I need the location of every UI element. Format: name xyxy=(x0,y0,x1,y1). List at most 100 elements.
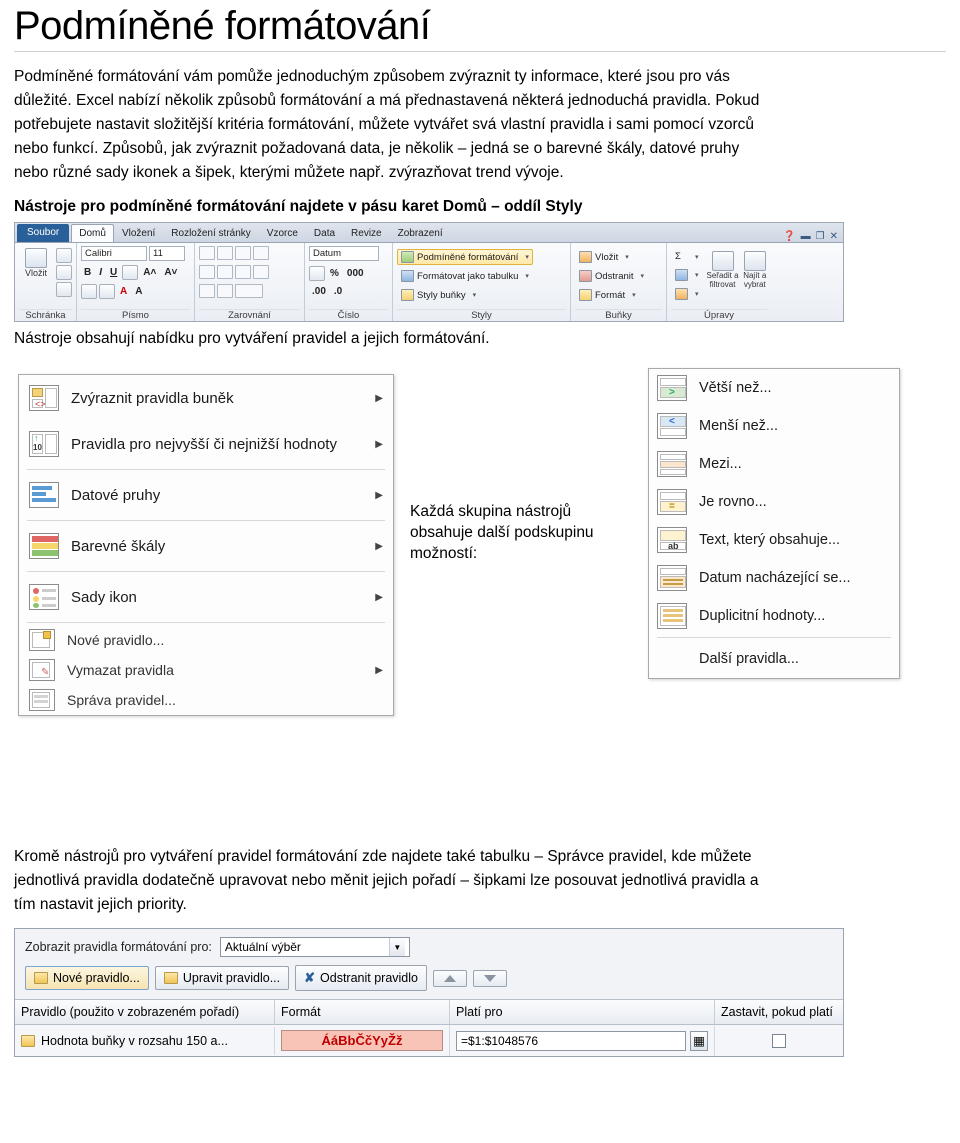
menu-item-top-bottom-rules[interactable]: ↑ 10 Pravidla pro nejvyšší či nejnižší h… xyxy=(19,421,393,467)
stop-if-true-checkbox[interactable] xyxy=(772,1033,786,1048)
align-center-icon[interactable] xyxy=(217,265,233,279)
font-effects-icon[interactable]: A xyxy=(132,286,145,297)
menu-separator-2 xyxy=(27,520,385,521)
font-color-icon[interactable]: A xyxy=(117,286,130,297)
minimize-icon[interactable]: ▬ xyxy=(801,231,811,242)
wrap-text-icon[interactable] xyxy=(253,265,269,279)
font-size-input[interactable]: 11 xyxy=(149,246,185,261)
rule-cell-text: Hodnota buňky v rozsahu 150 a... xyxy=(41,1033,228,1048)
italic-button[interactable]: I xyxy=(96,267,105,278)
menu-item-new-rule[interactable]: Nové pravidlo... xyxy=(19,625,393,655)
cut-icon[interactable] xyxy=(56,248,72,263)
clear-rules-icon: ✎ xyxy=(29,659,55,681)
restore-icon[interactable]: ❐ xyxy=(816,231,825,242)
stop-if-true-cell[interactable] xyxy=(715,1027,843,1055)
borders-icon[interactable] xyxy=(122,265,139,280)
increase-decimal-button[interactable]: .00 xyxy=(309,286,329,297)
tab-revize[interactable]: Revize xyxy=(343,224,390,242)
menu-item-color-scales[interactable]: Barevné škály ▶ xyxy=(19,523,393,569)
submenu-item-text-contains[interactable]: ab Text, který obsahuje... xyxy=(649,521,899,559)
delete-cells-button[interactable]: Odstranit ▾ xyxy=(575,268,648,284)
conditional-formatting-button[interactable]: Podmíněné formátování ▾ xyxy=(397,249,533,265)
move-up-button[interactable] xyxy=(433,969,467,987)
tab-soubor[interactable]: Soubor xyxy=(17,224,70,242)
submenu-arrow-icon: ▶ xyxy=(375,664,383,676)
applies-to-input[interactable]: =$1:$1048576 xyxy=(456,1030,686,1051)
border-style-icon[interactable] xyxy=(81,284,97,299)
fill-color-icon[interactable] xyxy=(99,284,115,299)
align-bottom-icon[interactable] xyxy=(235,246,251,260)
table-row[interactable]: Hodnota buňky v rozsahu 150 a... ÁáBbČčY… xyxy=(15,1025,843,1056)
font-name-input[interactable]: Calibri xyxy=(81,246,147,261)
paste-button[interactable]: Vložit xyxy=(19,246,53,278)
decrease-font-size-button[interactable]: A˅ xyxy=(161,267,180,278)
menu-item-data-bars[interactable]: Datové pruhy ▶ xyxy=(19,472,393,518)
format-painter-icon[interactable] xyxy=(56,282,72,297)
tab-zobrazeni[interactable]: Zobrazení xyxy=(390,224,451,242)
align-right-icon[interactable] xyxy=(235,265,251,279)
menu-item-clear-rules[interactable]: ✎ Vymazat pravidla ▶ xyxy=(19,655,393,685)
edit-rule-button[interactable]: Upravit pravidlo... xyxy=(154,966,290,990)
insert-cells-button[interactable]: Vložit ▾ xyxy=(575,249,633,265)
show-rules-label: Zobrazit pravidla formátování pro: xyxy=(25,940,212,954)
submenu-item-duplicate-values[interactable]: Duplicitní hodnoty... xyxy=(649,597,899,635)
orientation-icon[interactable] xyxy=(253,246,269,260)
fill-button[interactable]: ▾ xyxy=(671,267,703,283)
help-icon[interactable]: ❓ xyxy=(783,231,795,242)
menu-item-icon-sets[interactable]: Sady ikon ▶ xyxy=(19,574,393,620)
underline-button[interactable]: U xyxy=(107,267,120,278)
currency-icon[interactable] xyxy=(309,266,325,281)
delete-rule-button[interactable]: ✘ Odstranit pravidlo xyxy=(295,965,427,991)
submenu-item-equal-to[interactable]: = Je rovno... xyxy=(649,483,899,521)
format-cells-button[interactable]: Formát ▾ xyxy=(575,287,640,303)
tab-rozlozeni-stranky[interactable]: Rozložení stránky xyxy=(163,224,258,242)
rule-cell[interactable]: Hodnota buňky v rozsahu 150 a... xyxy=(15,1026,275,1055)
increase-indent-icon[interactable] xyxy=(217,284,233,298)
submenu-item-between[interactable]: Mezi... xyxy=(649,445,899,483)
percent-style-button[interactable]: % xyxy=(327,268,342,279)
number-format-select[interactable]: Datum xyxy=(309,246,379,261)
submenu-item-less-than[interactable]: < Menší než... xyxy=(649,407,899,445)
insert-cells-icon xyxy=(579,251,592,263)
group-font: Calibri 11 B I U A˄ A˅ A A Písmo xyxy=(77,243,195,321)
column-header-stop-if-true: Zastavit, pokud platí xyxy=(721,1005,833,1019)
copy-icon[interactable] xyxy=(56,265,72,280)
find-select-button[interactable]: Najít a vybrat xyxy=(743,249,767,289)
clear-icon xyxy=(675,288,688,300)
tab-domu[interactable]: Domů xyxy=(71,224,114,242)
align-left-icon[interactable] xyxy=(199,265,215,279)
menu-item-highlight-cells-rules[interactable]: <> Zvýraznit pravidla buněk ▶ xyxy=(19,375,393,421)
clear-button[interactable]: ▾ xyxy=(671,286,703,302)
sort-filter-button[interactable]: Seřadit a filtrovat xyxy=(707,249,739,289)
cell-styles-button[interactable]: Styly buňky ▾ xyxy=(397,287,480,303)
format-cell[interactable]: ÁáBbČčYyŽž xyxy=(275,1025,450,1056)
intro-line-1: Podmíněné formátování vám pomůže jednodu… xyxy=(14,68,730,85)
align-top-icon[interactable] xyxy=(199,246,215,260)
menu-item-manage-rules[interactable]: Správa pravidel... xyxy=(19,685,393,715)
show-rules-select[interactable]: Aktuální výběr ▼ xyxy=(219,937,410,957)
tab-data[interactable]: Data xyxy=(306,224,343,242)
decrease-decimal-button[interactable]: .0 xyxy=(331,286,345,297)
comma-style-button[interactable]: 000 xyxy=(344,268,367,279)
tab-vlozeni[interactable]: Vložení xyxy=(114,224,163,242)
submenu-item-greater-than[interactable]: > Větší než... xyxy=(649,369,899,407)
edit-rule-button-label: Upravit pravidlo... xyxy=(182,971,281,985)
align-middle-icon[interactable] xyxy=(217,246,233,260)
merge-cells-icon[interactable] xyxy=(235,284,263,298)
range-picker-icon[interactable]: ▦ xyxy=(690,1030,708,1051)
bold-button[interactable]: B xyxy=(81,267,94,278)
group-label-number: Číslo xyxy=(309,309,388,321)
conditional-formatting-menu: <> Zvýraznit pravidla buněk ▶ ↑ 10 Pravi… xyxy=(18,374,394,716)
close-icon[interactable]: ✕ xyxy=(830,231,838,242)
submenu-item-date-occurring[interactable]: Datum nacházející se... xyxy=(649,559,899,597)
new-rule-button[interactable]: Nové pravidlo... xyxy=(25,966,149,990)
tab-vzorce[interactable]: Vzorce xyxy=(259,224,306,242)
chevron-down-icon-select[interactable]: ▼ xyxy=(388,938,405,956)
applies-to-cell[interactable]: =$1:$1048576 ▦ xyxy=(450,1025,715,1056)
format-as-table-button[interactable]: Formátovat jako tabulku ▾ xyxy=(397,268,533,284)
decrease-indent-icon[interactable] xyxy=(199,284,215,298)
move-down-button[interactable] xyxy=(473,969,507,987)
autosum-button[interactable]: Σ ▾ xyxy=(671,249,703,264)
submenu-item-more-rules[interactable]: Další pravidla... xyxy=(649,640,899,678)
increase-font-size-button[interactable]: A˄ xyxy=(140,267,159,278)
